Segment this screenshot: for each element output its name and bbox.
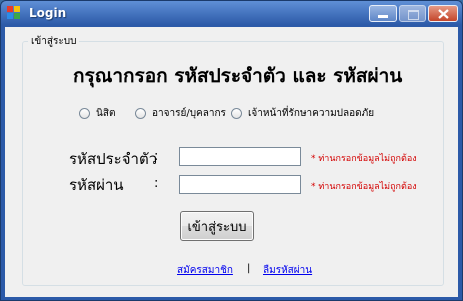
radio-label: เจ้าหน้าที่รักษาความปลอดภัย [248, 107, 375, 119]
user-id-colon: : [154, 149, 159, 164]
radio-staff[interactable]: อาจารย์/บุคลากร [135, 105, 226, 121]
page-heading: กรุณากรอก รหัสประจำตัว และ รหัสผ่าน [73, 65, 403, 87]
app-icon [7, 6, 21, 20]
password-input[interactable] [179, 175, 301, 194]
close-button[interactable] [428, 5, 458, 22]
user-id-error: * ท่านกรอกข้อมูลไม่ถูกต้อง [311, 154, 417, 164]
login-window: Login เข้าสู่ระบบ กรุณากรอก รหัสประจำตัว… [0, 0, 463, 301]
password-error: * ท่านกรอกข้อมูลไม่ถูกต้อง [311, 182, 417, 192]
close-icon [438, 9, 449, 19]
radio-circle-icon [79, 107, 90, 119]
radio-circle-icon [135, 107, 146, 119]
password-label: รหัสผ่าน [69, 176, 124, 194]
user-id-label: รหัสประจำตัว [69, 150, 158, 168]
radio-security[interactable]: เจ้าหน้าที่รักษาความปลอดภัย [231, 105, 374, 121]
login-button[interactable]: เข้าสู่ระบบ [180, 211, 254, 241]
radio-circle-icon [231, 107, 242, 119]
user-id-input[interactable] [179, 147, 301, 166]
radio-label: อาจารย์/บุคลากร [152, 107, 226, 119]
link-separator: | [247, 263, 251, 274]
window-title: Login [29, 6, 67, 20]
maximize-button [399, 5, 426, 22]
register-link[interactable]: สมัครสมาชิก [177, 263, 233, 278]
radio-label: นิสิต [96, 107, 116, 119]
title-bar[interactable]: Login [1, 1, 462, 26]
groupbox-legend: เข้าสู่ระบบ [28, 34, 80, 49]
forgot-password-link[interactable]: ลืมรหัสผ่าน [263, 263, 312, 278]
minimize-button[interactable] [369, 5, 397, 22]
client-area: เข้าสู่ระบบ กรุณากรอก รหัสประจำตัว และ ร… [5, 27, 458, 297]
password-colon: : [154, 176, 159, 191]
radio-student[interactable]: นิสิต [79, 105, 115, 121]
